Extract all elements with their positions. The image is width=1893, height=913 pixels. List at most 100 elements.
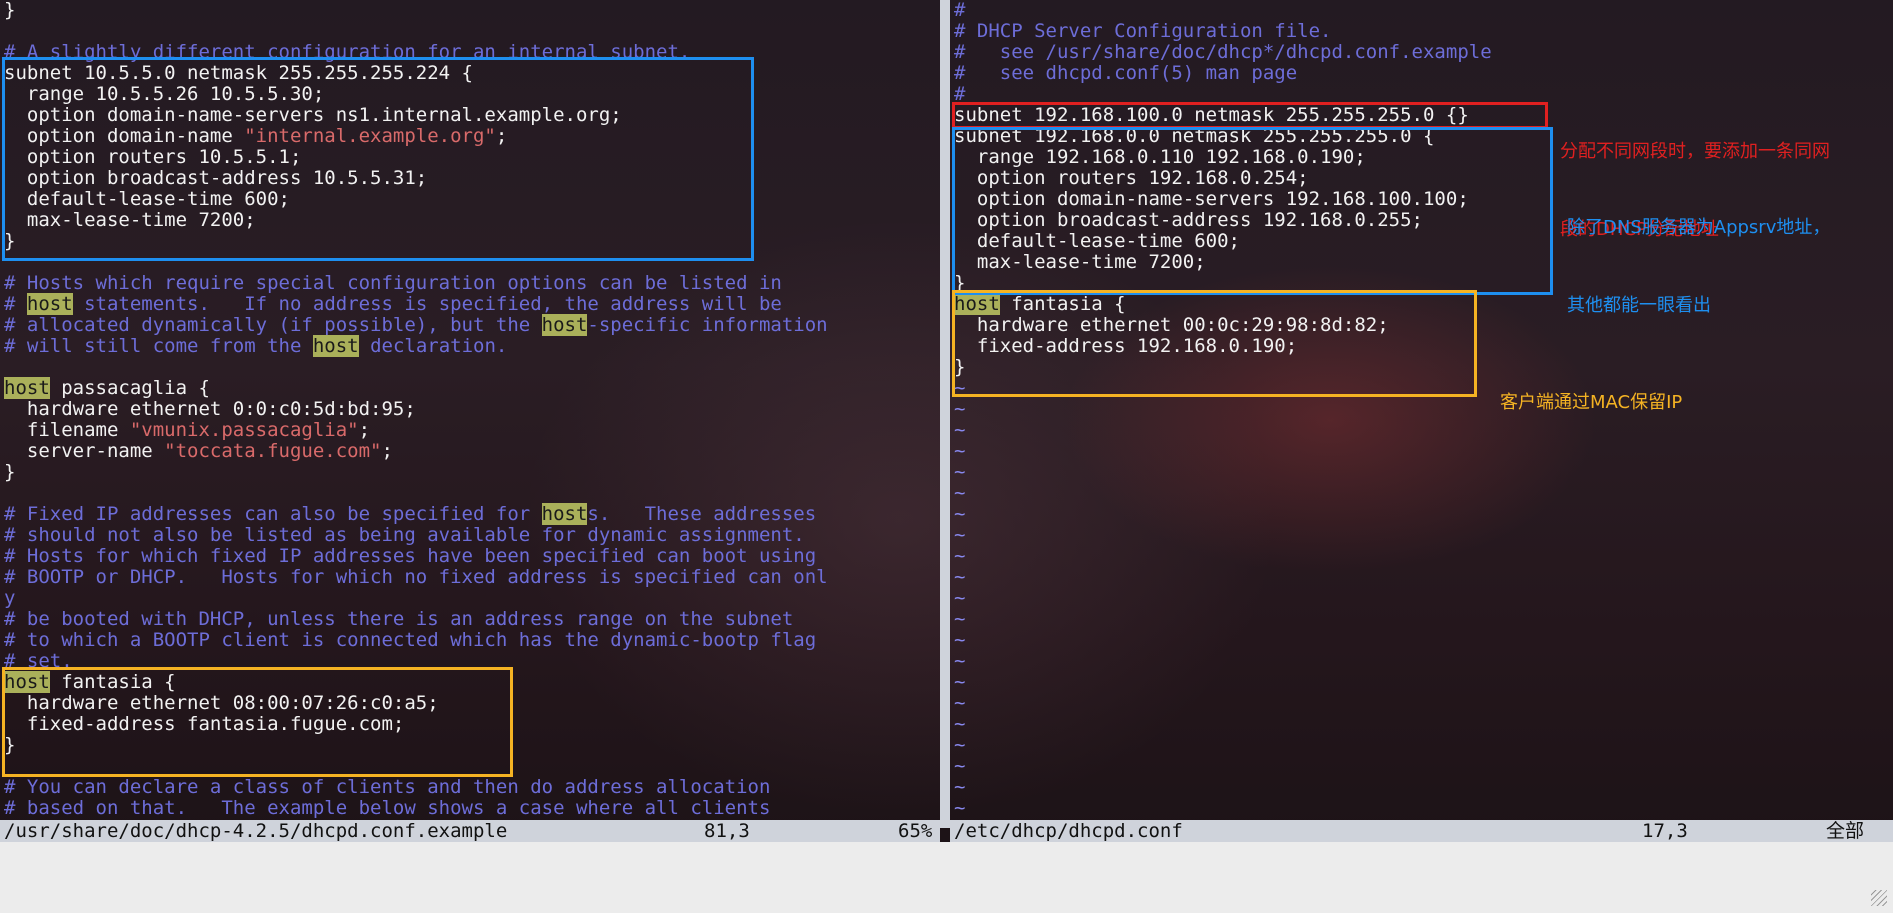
code-line[interactable]: ~ <box>954 777 1492 798</box>
code-line[interactable]: ~ <box>954 756 1492 777</box>
empty-line-marker: ~ <box>954 524 966 546</box>
code-token: # <box>954 0 966 21</box>
code-line[interactable]: ~ <box>954 420 1492 441</box>
code-line[interactable]: host passacaglia { <box>4 377 828 399</box>
left-status-position: 81,3 <box>704 820 750 842</box>
code-line[interactable]: # based on that. The example below shows… <box>4 798 828 819</box>
code-line[interactable]: # allocated dynamically (if possible), b… <box>4 314 828 336</box>
empty-line-marker: ~ <box>954 797 966 819</box>
code-token: filename <box>4 419 130 441</box>
code-token: s. These addresses <box>587 503 817 525</box>
search-highlight: host <box>541 503 588 525</box>
left-status-filename: /usr/share/doc/dhcp-4.2.5/dhcpd.conf.exa… <box>4 820 508 842</box>
empty-line-marker: ~ <box>954 587 966 609</box>
code-line[interactable]: # BOOTP or DHCP. Hosts for which no fixe… <box>4 567 828 588</box>
code-line[interactable]: # will still come from the host declarat… <box>4 335 828 357</box>
code-line[interactable]: # to which a BOOTP client is connected w… <box>4 630 828 651</box>
code-line[interactable]: y <box>4 588 828 609</box>
empty-line-marker: ~ <box>954 566 966 588</box>
code-line[interactable]: # Fixed IP addresses can also be specifi… <box>4 503 828 525</box>
code-line[interactable]: ~ <box>954 609 1492 630</box>
command-line-area[interactable] <box>0 842 1893 913</box>
code-line[interactable]: ~ <box>954 525 1492 546</box>
code-token: # based on that. The example below shows… <box>4 797 771 819</box>
code-token: # DHCP Server Configuration file. <box>954 20 1332 42</box>
resize-grip-icon[interactable] <box>1871 890 1887 906</box>
empty-line-marker: ~ <box>954 545 966 567</box>
code-line[interactable]: # see /usr/share/doc/dhcp*/dhcpd.conf.ex… <box>954 42 1492 63</box>
code-line[interactable]: # Hosts for which fixed IP addresses hav… <box>4 546 828 567</box>
red-highlight-box-right-subnet <box>952 102 1548 129</box>
empty-line-marker: ~ <box>954 776 966 798</box>
red-annotation-line-1: 分配不同网段时，要添加一条同网 <box>1560 141 1830 162</box>
code-token: # Hosts for which fixed IP addresses hav… <box>4 545 817 567</box>
code-line[interactable]: ~ <box>954 399 1492 420</box>
code-token: # Fixed IP addresses can also be specifi… <box>4 503 542 525</box>
code-line[interactable]: ~ <box>954 651 1492 672</box>
code-line[interactable]: # <box>954 0 1492 21</box>
blue-highlight-box-right-subnet <box>952 127 1553 295</box>
code-line[interactable]: } <box>4 0 828 21</box>
code-line[interactable]: # DHCP Server Configuration file. <box>954 21 1492 42</box>
empty-line-marker: ~ <box>954 419 966 441</box>
terminal-window: { "left_pane": { "lines": [ [{"t":"}"}],… <box>0 0 1893 913</box>
code-line[interactable]: server-name "toccata.fugue.com"; <box>4 441 828 462</box>
code-line[interactable]: ~ <box>954 567 1492 588</box>
code-token: # to which a BOOTP client is connected w… <box>4 629 817 651</box>
code-line[interactable]: ~ <box>954 630 1492 651</box>
code-token: passacaglia { <box>49 377 210 399</box>
code-line[interactable] <box>4 21 828 42</box>
code-token: server-name <box>4 440 165 462</box>
code-line[interactable]: ~ <box>954 714 1492 735</box>
code-line[interactable]: ~ <box>954 693 1492 714</box>
code-line[interactable]: # host statements. If no address is spec… <box>4 293 828 315</box>
code-line[interactable]: # Hosts which require special configurat… <box>4 273 828 294</box>
empty-line-marker: ~ <box>954 461 966 483</box>
code-token: # BOOTP or DHCP. Hosts for which no fixe… <box>4 566 828 588</box>
orange-annotation-note: 客户端通过MAC保留IP <box>1500 338 1682 468</box>
code-line[interactable]: } <box>4 462 828 483</box>
code-line[interactable]: filename "vmunix.passacaglia"; <box>4 420 828 441</box>
code-line[interactable]: ~ <box>954 798 1492 819</box>
code-token: # You can declare a class of clients and… <box>4 776 771 798</box>
code-token: } <box>4 0 16 21</box>
right-status-line: /etc/dhcp/dhcpd.conf 17,3 全部 <box>950 820 1893 842</box>
code-line[interactable]: # should not also be listed as being ava… <box>4 525 828 546</box>
code-line[interactable]: ~ <box>954 546 1492 567</box>
right-status-percent: 全部 <box>1826 820 1865 842</box>
vertical-split-divider[interactable] <box>940 0 950 828</box>
search-highlight: host <box>312 335 359 357</box>
code-line[interactable] <box>4 357 828 378</box>
code-line[interactable]: ~ <box>954 483 1492 504</box>
search-highlight: host <box>541 314 588 336</box>
empty-line-marker: ~ <box>954 608 966 630</box>
code-token: ; <box>381 440 393 462</box>
empty-line-marker: ~ <box>954 398 966 420</box>
code-token: hardware ethernet 0:0:c0:5d:bd:95; <box>4 398 416 420</box>
code-line[interactable] <box>4 483 828 504</box>
code-line[interactable]: ~ <box>954 672 1492 693</box>
code-token: # be booted with DHCP, unless there is a… <box>4 608 794 630</box>
empty-line-marker: ~ <box>954 482 966 504</box>
code-line[interactable]: ~ <box>954 588 1492 609</box>
empty-line-marker: ~ <box>954 755 966 777</box>
blue-annotation-line-2: 其他都能一眼看出 <box>1567 295 1711 316</box>
code-line[interactable]: # be booted with DHCP, unless there is a… <box>4 609 828 630</box>
code-token: y <box>4 587 16 609</box>
code-line[interactable]: # see dhcpd.conf(5) man page <box>954 63 1492 84</box>
code-line[interactable]: ~ <box>954 462 1492 483</box>
code-token: declaration. <box>358 335 508 357</box>
code-line[interactable]: ~ <box>954 441 1492 462</box>
empty-line-marker: ~ <box>954 671 966 693</box>
code-line[interactable]: # You can declare a class of clients and… <box>4 777 828 798</box>
code-line[interactable]: ~ <box>954 504 1492 525</box>
code-token: ; <box>358 419 371 441</box>
empty-line-marker: ~ <box>954 440 966 462</box>
empty-line-marker: ~ <box>954 629 966 651</box>
code-line[interactable]: ~ <box>954 735 1492 756</box>
code-token: # see /usr/share/doc/dhcp*/dhcpd.conf.ex… <box>954 41 1492 63</box>
blue-highlight-box-left-subnet <box>2 57 754 261</box>
code-token: -specific information <box>587 314 828 336</box>
code-line[interactable]: hardware ethernet 0:0:c0:5d:bd:95; <box>4 399 828 420</box>
code-token: # allocated dynamically (if possible), b… <box>4 314 542 336</box>
